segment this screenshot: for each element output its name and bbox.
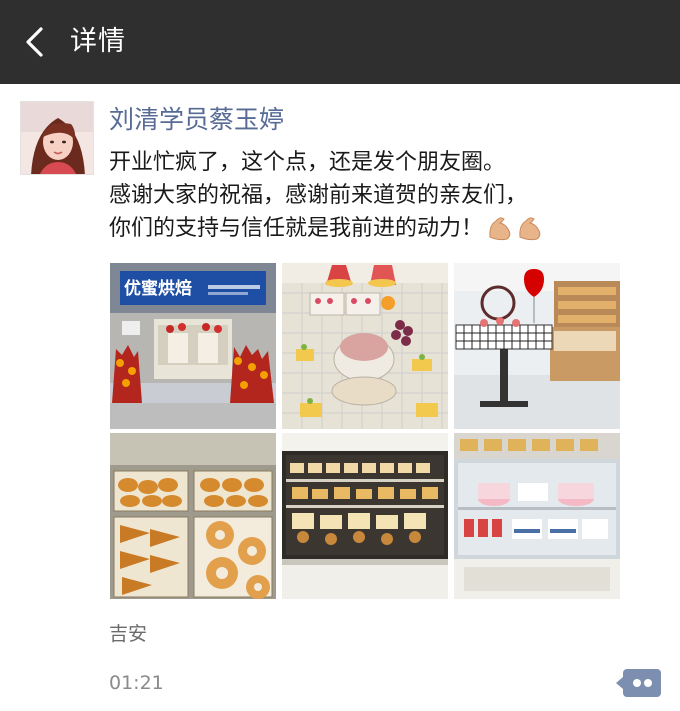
avatar[interactable]: [20, 101, 94, 175]
photo-cake-fridge[interactable]: [454, 433, 620, 599]
photo-storefront[interactable]: 优蜜烘焙: [110, 263, 276, 429]
post-line: 你们的支持与信任就是我前进的动力！: [109, 216, 484, 241]
post-text: 开业忙疯了，这个点，还是发个朋友圈。 感谢大家的祝福，感谢前来道贺的亲友们， 你…: [109, 146, 669, 251]
comment-more-icon: [616, 677, 623, 689]
post-time: 01:21: [109, 672, 164, 694]
location-label[interactable]: 吉安: [109, 620, 147, 648]
top-nav-bar: 详情: [0, 0, 680, 84]
page-title: 详情: [70, 26, 126, 57]
dot-icon: [644, 679, 652, 687]
author-name[interactable]: 刘清学员蔡玉婷: [109, 102, 284, 138]
photo-shop-interior[interactable]: [454, 263, 620, 429]
store-sign-text: 优蜜烘焙: [124, 278, 192, 299]
photo-bread-trays[interactable]: [110, 433, 276, 599]
comment-more-button[interactable]: [616, 669, 661, 697]
post-line: 开业忙疯了，这个点，还是发个朋友圈。: [109, 150, 506, 175]
back-button[interactable]: [18, 22, 54, 62]
photo-cake-display[interactable]: [282, 433, 448, 599]
flexed-biceps-icon: [487, 213, 549, 251]
photo-dessert-table[interactable]: [282, 263, 448, 429]
post-line-with-emoji: 你们的支持与信任就是我前进的动力！: [109, 212, 669, 251]
photo-grid: 优蜜烘焙: [110, 263, 620, 599]
dot-icon: [633, 679, 641, 687]
chevron-left-icon: [26, 27, 43, 57]
post-line: 感谢大家的祝福，感谢前来道贺的亲友们，: [109, 183, 528, 208]
